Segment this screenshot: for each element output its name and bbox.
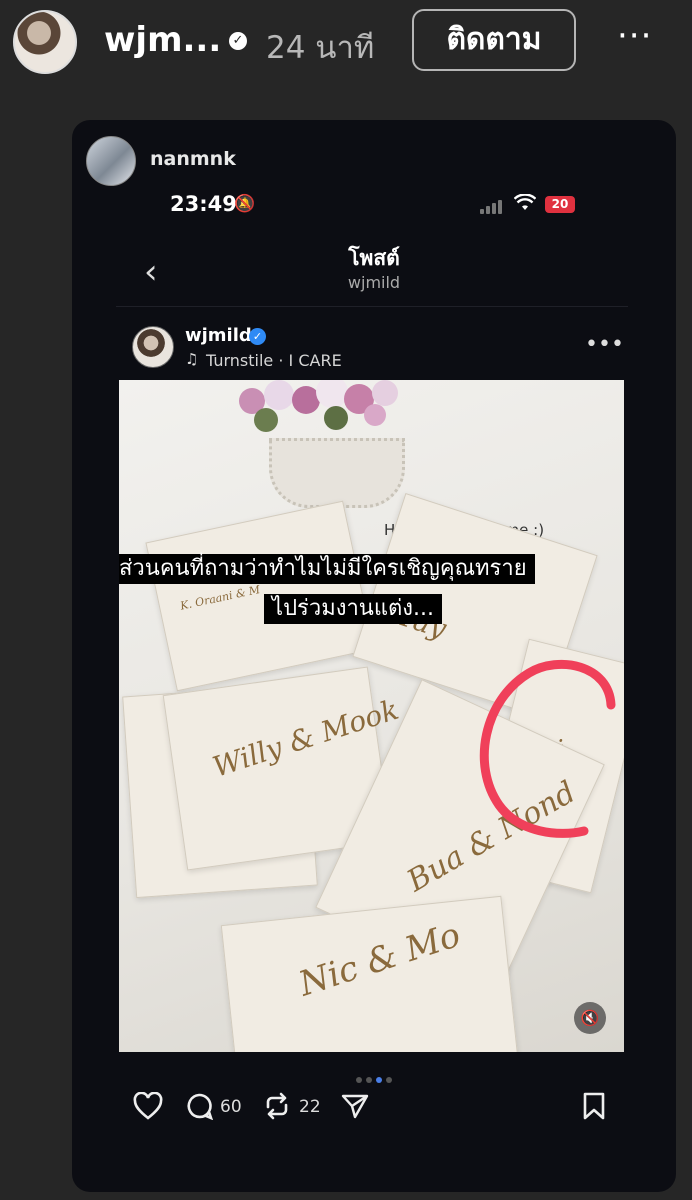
follow-button[interactable]: ติดตาม <box>412 9 576 71</box>
comment-count: 60 <box>220 1097 242 1117</box>
envelope-label: Nic & Mo <box>294 914 466 1005</box>
page-dot <box>366 1077 372 1083</box>
post-author-name[interactable]: wjmild <box>185 325 252 346</box>
page-dot <box>386 1077 392 1083</box>
divider <box>116 306 628 307</box>
reposter-avatar[interactable] <box>86 136 136 186</box>
screen-title: โพสต์ <box>348 246 400 270</box>
envelope: Nic & Mo <box>220 895 520 1052</box>
story-header: wjm... ✓ 24 นาที ติดตาม ··· <box>0 0 692 84</box>
music-note-icon: ♫ <box>185 350 199 368</box>
post-more-icon[interactable]: ••• <box>585 332 624 357</box>
battery-indicator: 20 <box>545 196 575 213</box>
like-icon[interactable] <box>133 1091 163 1127</box>
repost-icon[interactable] <box>263 1092 291 1127</box>
music-track[interactable]: Turnstile · I CARE <box>206 351 342 370</box>
comment-icon[interactable] <box>185 1092 214 1127</box>
post-time: 24 นาที <box>266 30 375 66</box>
reposter-name[interactable]: nanmnk <box>150 148 236 170</box>
verified-icon: ✓ <box>229 32 247 50</box>
signal-icon <box>480 198 508 214</box>
envelope-label: K. Oraani & M <box>179 583 262 613</box>
envelope-label: Willy & Mook <box>208 692 403 784</box>
post-author-avatar[interactable] <box>132 326 174 368</box>
author-name[interactable]: wjm... <box>104 20 221 60</box>
highlight-circle <box>479 659 616 838</box>
post-actions: 60 22 <box>130 1088 630 1128</box>
author-avatar[interactable] <box>13 10 77 74</box>
wifi-icon <box>513 193 537 217</box>
muted-bell-icon: 🔕 <box>234 194 256 214</box>
bookmark-icon[interactable] <box>582 1092 606 1127</box>
page-dot <box>356 1077 362 1083</box>
vase <box>269 438 405 508</box>
verified-badge-icon: ✓ <box>249 328 266 345</box>
page-dot-active <box>376 1077 382 1083</box>
post-image[interactable]: Handwritten by me :) K. Oraani & M Tay W… <box>119 380 624 1052</box>
more-options-icon[interactable]: ··· <box>617 16 652 56</box>
mute-icon[interactable]: 🔇 <box>574 1002 606 1034</box>
share-icon[interactable] <box>340 1092 370 1127</box>
carousel-indicator <box>72 1068 676 1087</box>
repost-count: 22 <box>299 1097 321 1117</box>
story-caption-line1: ส่วนคนที่ถามว่าทำไมไม่มีใครเชิญคุณทราย <box>119 554 535 584</box>
repost-card[interactable]: nanmnk 23:49 🔕 20 ‹ โพสต์ wjmild wjmild … <box>72 120 676 1192</box>
screen-subtitle: wjmild <box>347 273 401 292</box>
story-caption-line2: ไปร่วมงานแต่ง... <box>264 594 443 624</box>
status-bar-time: 23:49 <box>170 192 237 216</box>
